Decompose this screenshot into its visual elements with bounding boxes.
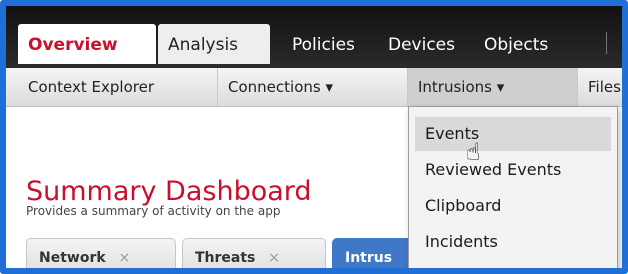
tab-analysis[interactable]: Analysis xyxy=(158,24,270,64)
menu-item-incidents[interactable]: Incidents xyxy=(415,225,611,259)
menu-item-reviewed-events[interactable]: Reviewed Events xyxy=(415,153,611,187)
tab-intrusions-label: Intrus xyxy=(345,250,393,266)
page-title: Summary Dashboard xyxy=(26,176,312,207)
tab-devices[interactable]: Devices xyxy=(378,24,472,64)
subnav-connections[interactable]: Connections ▾ xyxy=(218,68,408,106)
subnav-context-explorer[interactable]: Context Explorer xyxy=(18,68,218,106)
app-frame: Overview Analysis Policies Devices Objec… xyxy=(0,0,628,274)
pointer-cursor-icon: ☝ xyxy=(466,138,481,166)
subnav-files[interactable]: Files xyxy=(578,68,622,106)
tab-network[interactable]: Network × xyxy=(26,238,176,268)
menu-item-events[interactable]: Events xyxy=(415,117,611,151)
subnav-intrusions[interactable]: Intrusions ▾ xyxy=(408,68,578,106)
tab-policies[interactable]: Policies xyxy=(282,24,372,64)
menu-item-clipboard[interactable]: Clipboard xyxy=(415,189,611,223)
tab-threats[interactable]: Threats × xyxy=(182,238,326,268)
page-subtitle: Provides a summary of activity on the ap… xyxy=(26,204,281,218)
tab-network-label: Network xyxy=(39,250,106,266)
primary-nav: Overview Analysis Policies Devices Objec… xyxy=(6,6,622,68)
close-icon[interactable]: × xyxy=(119,250,131,266)
tab-threats-label: Threats xyxy=(195,250,256,266)
tab-overview[interactable]: Overview xyxy=(18,24,156,64)
secondary-nav: Context Explorer Connections ▾ Intrusion… xyxy=(6,68,622,107)
nav-divider xyxy=(606,32,607,54)
tab-objects[interactable]: Objects xyxy=(474,24,574,64)
close-icon[interactable]: × xyxy=(268,250,280,266)
intrusions-dropdown-menu: Events Reviewed Events Clipboard Inciden… xyxy=(408,106,618,268)
